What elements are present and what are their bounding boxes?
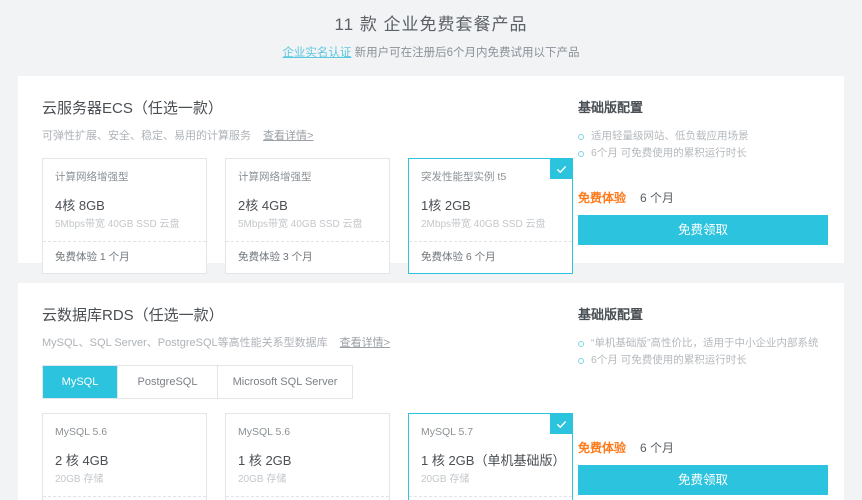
plan-card[interactable]: 计算网络增强型 2核 4GB 5Mbps带宽 40GB SSD 云盘 免费体验 … — [225, 158, 390, 274]
plan-spec: 4核 8GB — [55, 198, 105, 213]
price-value: 6 个月 — [640, 191, 675, 205]
plan-card[interactable]: 计算网络增强型 4核 8GB 5Mbps带宽 40GB SSD 云盘 免费体验 … — [42, 158, 207, 274]
plan-type: 计算网络增强型 — [238, 171, 312, 183]
plan-body: 突发性能型实例 t5 1核 2GB 2Mbps带宽 40GB SSD 云盘 — [409, 159, 572, 241]
plan-trial: 免费体验 6 个月 — [409, 241, 572, 273]
plan-trial: 免费体验 1 个月 — [43, 241, 206, 273]
price-row: 免费体验 6 个月 — [578, 439, 828, 456]
section-heading-rds: 云数据库RDS（任选一款） MySQL、SQL Server、PostgreSQ… — [42, 305, 574, 351]
plan-meta: 20GB 存储 — [421, 474, 470, 485]
plan-meta: 20GB 存储 — [55, 474, 104, 485]
info-bullet: 6个月 可免费使用的累积运行时长 — [578, 352, 828, 369]
plan-meta: 5Mbps带宽 40GB SSD 云盘 — [238, 219, 363, 230]
check-icon — [550, 159, 572, 179]
engine-tab-strip: MySQL PostgreSQL Microsoft SQL Server — [42, 365, 353, 399]
plan-type: MySQL 5.7 — [421, 426, 474, 438]
plan-spec: 1 核 2GB — [238, 453, 292, 468]
page-subtitle-text: 新用户可在注册后6个月内免费试用以下产品 — [354, 47, 580, 59]
claim-free-button[interactable]: 免费领取 — [578, 215, 828, 245]
info-bullets: “单机基础版”高性价比，适用于中小企业内部系统 6个月 可免费使用的累积运行时长 — [578, 335, 828, 369]
section-desc-text-ecs: 可弹性扩展、安全、稳定、易用的计算服务 — [42, 130, 251, 142]
plan-trial: 免费体验 1 个月 — [43, 496, 206, 500]
plan-type: 计算网络增强型 — [55, 171, 129, 183]
section-card-ecs: 云服务器ECS（任选一款） 可弹性扩展、安全、稳定、易用的计算服务 查看详情> 计… — [18, 76, 844, 274]
plan-body: 计算网络增强型 2核 4GB 5Mbps带宽 40GB SSD 云盘 — [226, 159, 389, 241]
plan-spec: 2核 4GB — [238, 198, 288, 213]
plan-card-selected[interactable]: 突发性能型实例 t5 1核 2GB 2Mbps带宽 40GB SSD 云盘 免费… — [408, 158, 573, 274]
plan-body: MySQL 5.7 1 核 2GB（单机基础版） 20GB 存储 — [409, 414, 572, 496]
info-title: 基础版配置 — [578, 307, 644, 322]
plan-trial: 免费体验 3 个月 — [226, 496, 389, 500]
plan-type: 突发性能型实例 t5 — [421, 171, 507, 183]
tab-postgresql[interactable]: PostgreSQL — [118, 366, 218, 398]
section-desc-ecs: 可弹性扩展、安全、稳定、易用的计算服务 查看详情> — [42, 128, 574, 144]
page-title: 11 款 企业免费套餐产品 — [334, 15, 528, 34]
plan-meta: 5Mbps带宽 40GB SSD 云盘 — [55, 219, 180, 230]
section-title-ecs: 云服务器ECS（任选一款） — [42, 100, 223, 117]
info-bullets: 适用轻量级网站、低负载应用场景 6个月 可免费使用的累积运行时长 — [578, 128, 828, 162]
plan-meta: 20GB 存储 — [238, 474, 287, 485]
real-name-auth-link[interactable]: 企业实名认证 — [282, 47, 351, 59]
price-row: 免费体验 6 个月 — [578, 189, 828, 206]
section-heading-ecs: 云服务器ECS（任选一款） 可弹性扩展、安全、稳定、易用的计算服务 查看详情> — [42, 98, 574, 144]
price-label: 免费体验 — [578, 191, 627, 205]
plan-body: MySQL 5.6 1 核 2GB 20GB 存储 — [226, 414, 389, 496]
page-header: 11 款 企业免费套餐产品 企业实名认证 新用户可在注册后6个月内免费试用以下产… — [0, 0, 862, 62]
info-bullet: 适用轻量级网站、低负载应用场景 — [578, 128, 828, 145]
view-details-link-rds[interactable]: 查看详情> — [340, 337, 390, 349]
claim-free-button[interactable]: 免费领取 — [578, 465, 828, 495]
plan-type: MySQL 5.6 — [238, 426, 291, 438]
plan-card[interactable]: MySQL 5.6 1 核 2GB 20GB 存储 免费体验 3 个月 — [225, 413, 390, 500]
plan-card[interactable]: MySQL 5.6 2 核 4GB 20GB 存储 免费体验 1 个月 — [42, 413, 207, 500]
tab-microsoft-sql-server[interactable]: Microsoft SQL Server — [218, 366, 352, 398]
price-label: 免费体验 — [578, 441, 627, 455]
page-subtitle: 企业实名认证 新用户可在注册后6个月内免费试用以下产品 — [0, 45, 862, 62]
info-title: 基础版配置 — [578, 100, 644, 115]
plan-type: MySQL 5.6 — [55, 426, 108, 438]
section-desc-text-rds: MySQL、SQL Server、PostgreSQL等高性能关系型数据库 — [42, 337, 328, 349]
info-panel-ecs: 基础版配置 适用轻量级网站、低负载应用场景 6个月 可免费使用的累积运行时长 免… — [578, 98, 828, 245]
check-icon — [550, 414, 572, 434]
plan-card-selected[interactable]: MySQL 5.7 1 核 2GB（单机基础版） 20GB 存储 免费体验 6 … — [408, 413, 573, 500]
section-card-rds: 云数据库RDS（任选一款） MySQL、SQL Server、PostgreSQ… — [18, 283, 844, 500]
info-bullet: 6个月 可免费使用的累积运行时长 — [578, 145, 828, 162]
price-value: 6 个月 — [640, 441, 675, 455]
info-bullet: “单机基础版”高性价比，适用于中小企业内部系统 — [578, 335, 828, 352]
plan-body: MySQL 5.6 2 核 4GB 20GB 存储 — [43, 414, 206, 496]
plan-meta: 2Mbps带宽 40GB SSD 云盘 — [421, 219, 546, 230]
plan-spec: 2 核 4GB — [55, 453, 109, 468]
plan-spec: 1核 2GB — [421, 198, 471, 213]
plan-body: 计算网络增强型 4核 8GB 5Mbps带宽 40GB SSD 云盘 — [43, 159, 206, 241]
tab-mysql[interactable]: MySQL — [43, 366, 118, 398]
plan-spec: 1 核 2GB（单机基础版） — [421, 453, 566, 468]
info-panel-rds: 基础版配置 “单机基础版”高性价比，适用于中小企业内部系统 6个月 可免费使用的… — [578, 305, 828, 495]
page-root: 11 款 企业免费套餐产品 企业实名认证 新用户可在注册后6个月内免费试用以下产… — [0, 0, 862, 500]
section-title-rds: 云数据库RDS（任选一款） — [42, 307, 224, 324]
view-details-link-ecs[interactable]: 查看详情> — [263, 130, 313, 142]
section-desc-rds: MySQL、SQL Server、PostgreSQL等高性能关系型数据库 查看详… — [42, 335, 574, 351]
plan-trial: 免费体验 3 个月 — [226, 241, 389, 273]
plan-trial: 免费体验 6 个月 — [409, 496, 572, 500]
